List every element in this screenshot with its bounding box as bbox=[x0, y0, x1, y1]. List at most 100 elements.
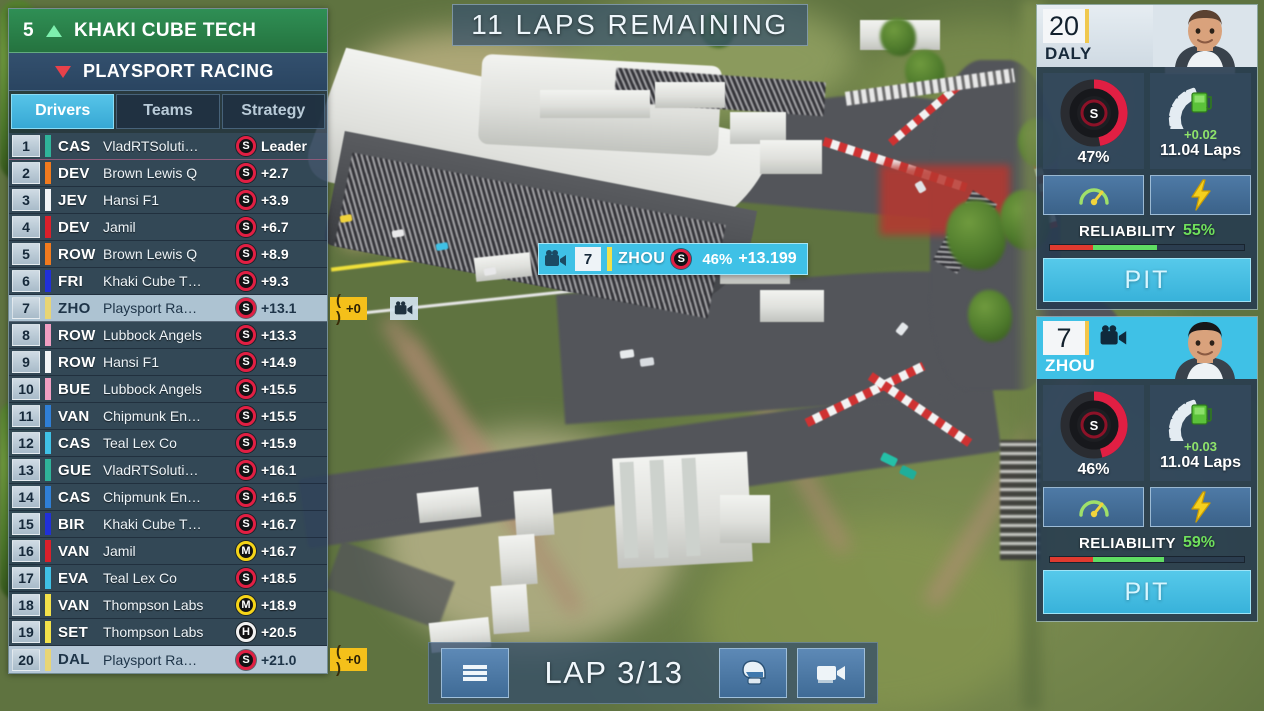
table-row[interactable]: 18 VAN Thompson Labs M +18.9 bbox=[9, 592, 327, 619]
reliability-bar-red bbox=[1050, 557, 1093, 562]
truck bbox=[513, 488, 555, 538]
table-row[interactable]: 16 VAN Jamil M +16.7 bbox=[9, 538, 327, 565]
team-banner-primary[interactable]: 5 KHAKI CUBE TECH bbox=[9, 9, 327, 53]
row-position: 9 bbox=[12, 351, 40, 373]
tree bbox=[968, 290, 1012, 342]
tyre-compound-badge: S bbox=[236, 568, 256, 588]
small-building bbox=[720, 495, 770, 543]
reliability-value: 55% bbox=[1182, 222, 1215, 239]
row-gap: +13.1 bbox=[261, 300, 297, 316]
row-gap: +3.9 bbox=[261, 192, 289, 208]
fuel-laps: 11.04 Laps bbox=[1160, 142, 1241, 159]
driver-portrait bbox=[1153, 317, 1257, 379]
driver-card-header[interactable]: 7 ZHOU bbox=[1037, 317, 1257, 379]
row-team-name: VladRTSoluti… bbox=[103, 462, 199, 478]
row-position: 11 bbox=[12, 405, 40, 427]
table-row[interactable]: 5 ROW Brown Lewis Q S +8.9 bbox=[9, 241, 327, 268]
focused-car-tag[interactable]: 7 ZHOU S 46% +13.199 bbox=[538, 243, 808, 275]
focused-car-name: ZHOU bbox=[618, 250, 666, 267]
tyre-gauge-block[interactable]: S 46% bbox=[1043, 385, 1144, 481]
helmet-view-button[interactable] bbox=[719, 648, 787, 698]
pit-button[interactable]: PIT bbox=[1043, 570, 1251, 614]
row-driver-code: VAN bbox=[58, 542, 90, 560]
row-position: 1 bbox=[12, 135, 40, 157]
driver-portrait bbox=[1153, 5, 1257, 67]
row-team-name: Hansi F1 bbox=[103, 192, 160, 208]
pace-button[interactable] bbox=[1043, 175, 1144, 215]
table-row[interactable]: 6 FRI Khaki Cube T… S +9.3 bbox=[9, 268, 327, 295]
row-team-name: VladRTSoluti… bbox=[103, 138, 199, 154]
row-gap: +15.5 bbox=[261, 381, 297, 397]
table-row[interactable]: 10 BUE Lubbock Angels S +15.5 bbox=[9, 376, 327, 403]
reliability-bar-green bbox=[1092, 245, 1157, 250]
pace-button[interactable] bbox=[1043, 487, 1144, 527]
row-gap: +15.9 bbox=[261, 435, 297, 451]
driver-card-header[interactable]: 20 DALY bbox=[1037, 5, 1257, 67]
tyre-gauge-block[interactable]: S 47% bbox=[1043, 73, 1144, 169]
tab-drivers[interactable]: Drivers bbox=[11, 94, 115, 129]
table-row[interactable]: 7 ZHO Playsport Ra… S +13.1 ( ) +0 bbox=[9, 292, 418, 326]
tab-strategy[interactable]: Strategy bbox=[221, 94, 325, 129]
table-row[interactable]: 15 BIR Khaki Cube T… S +16.7 bbox=[9, 511, 327, 538]
tyre-compound-badge: S bbox=[236, 649, 256, 670]
camera-view-button[interactable] bbox=[797, 648, 865, 698]
team-banner-secondary[interactable]: PLAYSPORT RACING bbox=[9, 53, 327, 91]
driver-card[interactable]: 20 DALY S 47% +0.02 11.04 Laps RELIABILITY 55% P… bbox=[1036, 4, 1258, 310]
row-driver-code: VAN bbox=[58, 596, 90, 614]
row-team-name: Jamil bbox=[103, 219, 136, 235]
boost-button[interactable] bbox=[1150, 175, 1251, 215]
row-team-name: Khaki Cube T… bbox=[103, 516, 202, 532]
fuel-gauge bbox=[1168, 399, 1212, 441]
tyre-compound-badge: S bbox=[236, 487, 256, 507]
fuel-gauge-block[interactable]: +0.02 11.04 Laps bbox=[1150, 73, 1251, 169]
row-driver-code: CAS bbox=[58, 488, 91, 506]
table-row[interactable]: 2 DEV Brown Lewis Q S +2.7 bbox=[9, 160, 327, 187]
row-driver-code: ROW bbox=[58, 326, 96, 344]
table-row[interactable]: 19 SET Thompson Labs H +20.5 bbox=[9, 619, 327, 646]
row-driver-code: ZHO bbox=[58, 299, 91, 317]
row-driver-code: CAS bbox=[58, 434, 91, 452]
fuel-gauge-block[interactable]: +0.03 11.04 Laps bbox=[1150, 385, 1251, 481]
row-driver-code: EVA bbox=[58, 569, 89, 587]
row-driver-code: ROW bbox=[58, 245, 96, 263]
driver-card[interactable]: 7 ZHOU S 46% +0.03 11.04 Laps RELIABILITY 59% PI… bbox=[1036, 316, 1258, 622]
camera-icon bbox=[394, 301, 413, 315]
reliability-bar-green bbox=[1092, 557, 1165, 562]
fuel-gauge bbox=[1168, 87, 1212, 129]
table-row[interactable]: 13 GUE VladRTSoluti… S +16.1 bbox=[9, 457, 327, 484]
lightning-icon bbox=[1190, 179, 1211, 211]
table-row[interactable]: 11 VAN Chipmunk En… S +15.5 bbox=[9, 403, 327, 430]
row-team-name: Teal Lex Co bbox=[103, 435, 177, 451]
pit-button[interactable]: PIT bbox=[1043, 258, 1251, 302]
row-camera-button[interactable] bbox=[390, 297, 418, 320]
tab-teams[interactable]: Teams bbox=[116, 94, 220, 129]
reliability-row: RELIABILITY 59% bbox=[1043, 534, 1251, 552]
row-position: 18 bbox=[12, 594, 40, 616]
table-row[interactable]: 20 DAL Playsport Ra… S +21.0 ( ) +0 bbox=[9, 643, 367, 677]
table-row[interactable]: 17 EVA Teal Lex Co S +18.5 bbox=[9, 565, 327, 592]
driver-identity: 20 DALY bbox=[1037, 5, 1092, 67]
menu-button[interactable] bbox=[441, 648, 509, 698]
table-row[interactable]: 14 CAS Chipmunk En… S +16.5 bbox=[9, 484, 327, 511]
table-row[interactable]: 12 CAS Teal Lex Co S +15.9 bbox=[9, 430, 327, 457]
row-position: 20 bbox=[12, 648, 40, 671]
tyre-compound-badge: S bbox=[671, 249, 692, 269]
row-team-name: Teal Lex Co bbox=[103, 570, 177, 586]
row-driver-code: GUE bbox=[58, 461, 92, 479]
row-team-name: Playsport Ra… bbox=[103, 300, 198, 316]
tyre-compound-badge: S bbox=[236, 514, 256, 534]
row-gap: +18.5 bbox=[261, 570, 297, 586]
table-row[interactable]: 3 JEV Hansi F1 S +3.9 bbox=[9, 187, 327, 214]
row-driver-code: FRI bbox=[58, 272, 84, 290]
focused-car-gap: +13.199 bbox=[738, 250, 797, 267]
driver-number: 7 bbox=[1043, 321, 1089, 355]
row-position: 4 bbox=[12, 216, 40, 238]
active-camera-icon[interactable] bbox=[1099, 325, 1129, 352]
table-row[interactable]: 1 CAS VladRTSoluti… S Leader bbox=[9, 133, 327, 160]
boost-button[interactable] bbox=[1150, 487, 1251, 527]
table-row[interactable]: 8 ROW Lubbock Angels S +13.3 bbox=[9, 322, 327, 349]
table-row[interactable]: 9 ROW Hansi F1 S +14.9 bbox=[9, 349, 327, 376]
row-gap: +2.7 bbox=[261, 165, 289, 181]
row-team-name: Lubbock Angels bbox=[103, 327, 202, 343]
table-row[interactable]: 4 DEV Jamil S +6.7 bbox=[9, 214, 327, 241]
